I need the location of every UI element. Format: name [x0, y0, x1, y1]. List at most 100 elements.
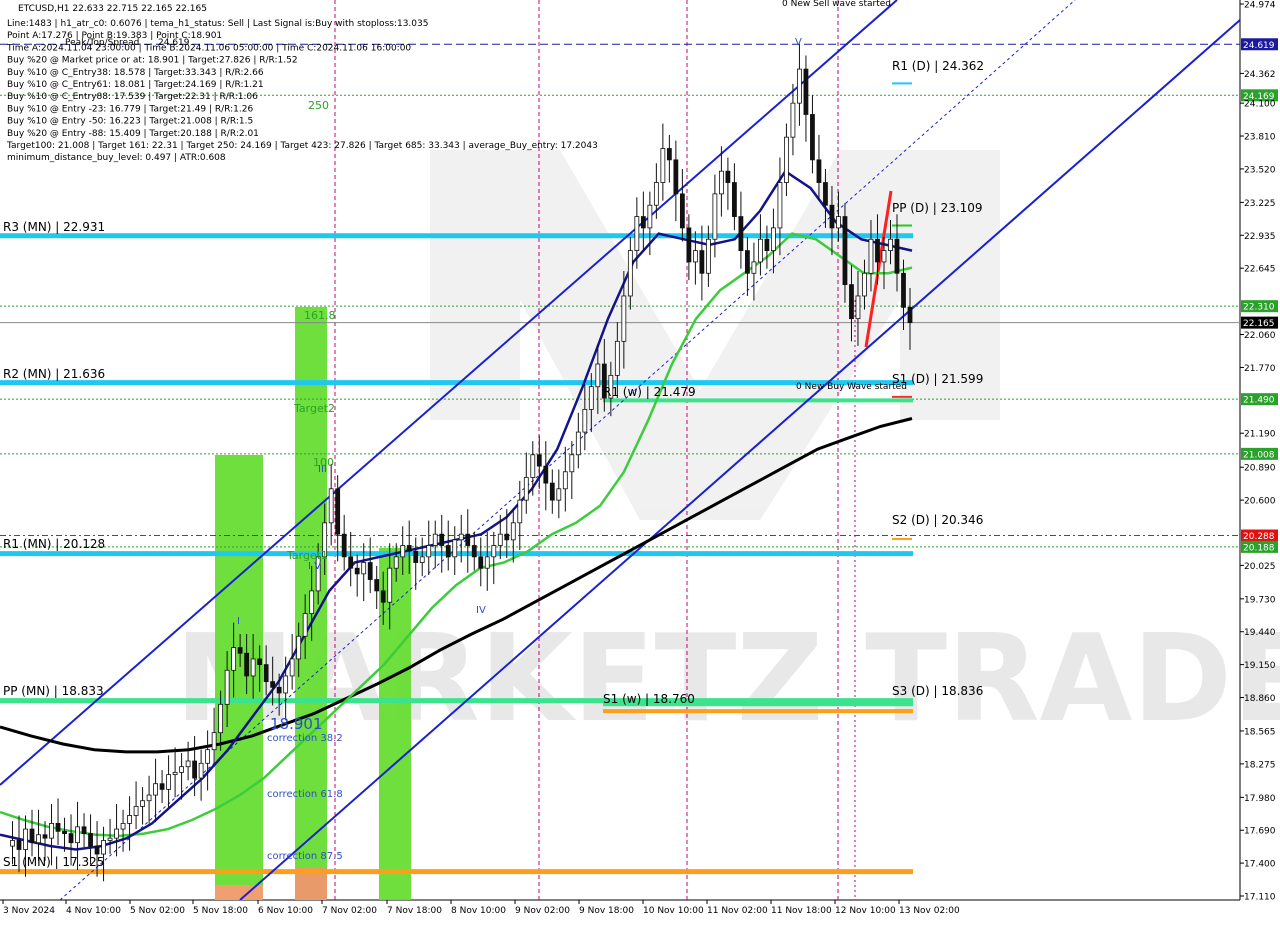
candle-body: [140, 800, 145, 807]
candle-body: [816, 159, 822, 183]
wave-iv2-label: I V: [308, 561, 321, 572]
candle-body: [732, 182, 737, 217]
candle-body: [36, 834, 41, 844]
point-c-label: 18.901: [270, 715, 323, 733]
candle-body: [471, 545, 477, 558]
x-tick-label: 13 Nov 02:00: [899, 906, 960, 916]
candle-body: [341, 533, 347, 558]
price-chart[interactable]: MARKETZ TRADE 24.61924.16922.31022.16521…: [0, 0, 1280, 920]
candle-body: [497, 533, 503, 546]
candle-body: [413, 550, 419, 563]
x-tick-label: 11 Nov 02:00: [707, 906, 768, 916]
wave-v-label: V: [795, 37, 802, 48]
candle-body: [185, 760, 191, 768]
y-tick-label: 22.645: [1244, 265, 1276, 275]
candle-body: [406, 545, 412, 552]
candle-body: [699, 250, 705, 274]
y-tick-label: 23.810: [1244, 133, 1276, 143]
candle-body: [166, 774, 171, 790]
candle-body: [705, 238, 711, 274]
candle-body: [153, 783, 158, 796]
watermark-text: MARKETZ TRADE: [175, 610, 1280, 749]
weekly-r1-label: R1 (w) | 21.479: [603, 385, 696, 399]
info-line: Buy %20 @ Entry -88: 15.409 | Target:20.…: [7, 129, 259, 139]
y-tick-label: 20.890: [1244, 464, 1276, 474]
candle-body: [862, 272, 867, 297]
candle-body: [367, 562, 373, 580]
candle-body: [556, 488, 562, 501]
candle-body: [784, 136, 789, 183]
candle-body: [458, 533, 464, 541]
y-tick-label: 19.730: [1244, 595, 1276, 605]
y-tick-label: 22.935: [1244, 232, 1276, 242]
candle-body: [907, 306, 913, 324]
candle-body: [686, 227, 692, 263]
daily-s2-label: S2 (D) | 20.346: [892, 513, 983, 527]
x-tick-label: 6 Nov 10:00: [258, 906, 313, 916]
x-tick-label: 11 Nov 18:00: [771, 906, 832, 916]
candle-body: [758, 238, 763, 263]
info-line: Buy %20 @ Market price or at: 18.901 | T…: [7, 56, 298, 66]
candle-body: [803, 68, 809, 115]
candle-body: [614, 340, 620, 376]
candle-body: [49, 823, 54, 839]
candle-body: [465, 533, 471, 546]
target-161-label: 161.8: [304, 309, 336, 322]
candle-body: [595, 363, 601, 388]
candle-body: [374, 579, 380, 592]
candle-body: [335, 488, 341, 535]
candle-body: [270, 681, 276, 688]
candle-body: [627, 250, 633, 297]
price-tag-text: 24.619: [1243, 41, 1275, 51]
y-tick-label: 22.060: [1244, 331, 1276, 341]
candle-body: [393, 556, 399, 569]
y-tick-label: 21.770: [1244, 364, 1276, 374]
candle-body: [439, 533, 445, 546]
candle-body: [400, 545, 406, 558]
candle-body: [621, 295, 627, 342]
x-tick-label: 7 Nov 02:00: [322, 906, 377, 916]
candle-body: [530, 454, 536, 478]
chart-root: MARKETZ TRADE 24.619 24.169 22.310 22.165 21…: [0, 0, 1280, 920]
candle-body: [133, 805, 139, 816]
candle-body: [309, 590, 315, 614]
candle-body: [647, 204, 653, 229]
info-line: Buy %10 @ Entry -23: 16.779 | Target:21.…: [7, 104, 253, 114]
candle-body: [517, 499, 523, 524]
candle-body: [836, 216, 841, 229]
candle-body: [901, 272, 906, 308]
target-bar-1: [215, 455, 263, 885]
candle-body: [10, 840, 15, 847]
candle-body: [263, 664, 269, 683]
candle-body: [536, 454, 542, 467]
target2-label: Target2: [293, 402, 335, 415]
candle-body: [523, 477, 529, 501]
candle-body: [192, 760, 198, 779]
candle-body: [718, 170, 724, 195]
wave-i-label: I: [237, 616, 240, 627]
candle-body: [179, 766, 184, 773]
candle-body: [797, 68, 802, 104]
candle-body: [751, 261, 757, 274]
x-tick-label: 4 Nov 10:00: [66, 906, 121, 916]
y-tick-label: 20.025: [1244, 562, 1276, 572]
candle-body: [712, 193, 718, 240]
candle-body: [875, 238, 880, 263]
candle-body: [81, 826, 87, 835]
pivot-r3-label: R3 (MN) | 22.931: [3, 220, 105, 234]
candle-body: [55, 823, 61, 832]
candle-body: [114, 828, 119, 839]
pivot-pp-label: PP (MN) | 18.833: [3, 684, 104, 698]
candle-body: [23, 828, 28, 850]
candle-body: [484, 556, 490, 569]
candle-body: [146, 794, 152, 802]
candle-body: [250, 658, 256, 677]
price-tag-text: 20.288: [1243, 532, 1275, 542]
candle-body: [771, 227, 776, 251]
candle-body: [881, 250, 887, 263]
candle-body: [868, 238, 874, 274]
candle-body: [224, 669, 230, 705]
correction-38-label: correction 38.2: [267, 733, 343, 744]
candle-body: [62, 830, 67, 835]
candle-body: [159, 783, 165, 790]
